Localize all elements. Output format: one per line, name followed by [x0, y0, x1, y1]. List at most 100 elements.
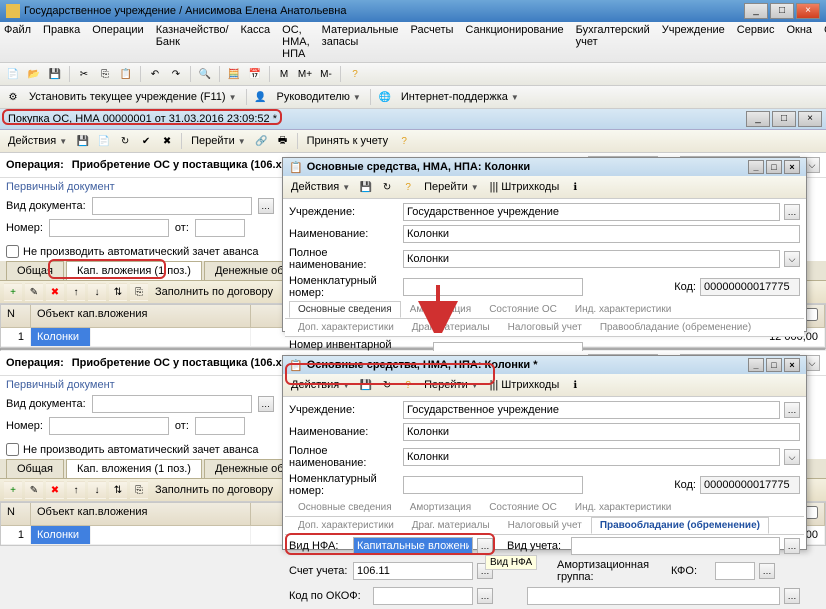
tab-kap-2[interactable]: Кап. вложения (1 поз.) — [66, 459, 202, 478]
help-icon[interactable]: ? — [346, 65, 364, 83]
subtab-rights[interactable]: Правообладание (обременение) — [591, 319, 760, 336]
menu-calc[interactable]: Расчеты — [411, 24, 454, 60]
doc-reject-icon[interactable]: ✖ — [158, 132, 176, 150]
menu-windows[interactable]: Окна — [786, 24, 812, 60]
minimize-button[interactable]: _ — [744, 3, 768, 19]
menu-service[interactable]: Сервис — [737, 24, 775, 60]
subtab-main[interactable]: Основные сведения — [289, 301, 401, 318]
panel1-barcodes[interactable]: ||| Штрихкоды — [486, 181, 564, 193]
inst-select-icon[interactable]: … — [784, 204, 800, 220]
panel2-min[interactable]: _ — [748, 358, 764, 372]
paste-icon[interactable]: 📋 — [117, 65, 135, 83]
menu-materials[interactable]: Материальные запасы — [322, 24, 399, 60]
fullname-input[interactable] — [403, 250, 780, 268]
leader-button[interactable]: Руководителю▼ — [273, 91, 365, 103]
panel1-close[interactable]: × — [784, 160, 800, 174]
panel1-help-icon[interactable]: ? — [399, 178, 417, 196]
tool-mminus-icon[interactable]: M- — [317, 65, 335, 83]
cut-icon[interactable]: ✂ — [75, 65, 93, 83]
panel1-actions[interactable]: Действия▼ — [287, 181, 354, 193]
panel1-info-icon[interactable]: ℹ — [566, 178, 584, 196]
new-icon[interactable]: 📄 — [4, 65, 22, 83]
undo-icon[interactable]: ↶ — [146, 65, 164, 83]
doc-type-select-icon[interactable]: … — [258, 198, 274, 214]
user-icon[interactable]: 👤 — [252, 88, 270, 106]
okof-input[interactable] — [373, 587, 473, 605]
internet-support-button[interactable]: Интернет-поддержка▼ — [397, 91, 523, 103]
num2-input-2[interactable] — [49, 417, 169, 435]
doc-close-button[interactable]: × — [798, 111, 822, 127]
num2-input[interactable] — [49, 219, 169, 237]
doc-maximize-button[interactable]: □ — [772, 111, 796, 127]
menu-file[interactable]: Файл — [4, 24, 31, 60]
doc-help-icon[interactable]: ? — [395, 132, 413, 150]
subtab-extra[interactable]: Доп. характеристики — [289, 319, 403, 336]
menu-edit[interactable]: Правка — [43, 24, 80, 60]
fill-contract-button[interactable]: Заполнить по договору — [151, 286, 277, 298]
doc-type-input[interactable] — [92, 197, 252, 215]
subtab-ind[interactable]: Инд. характеристики — [566, 301, 680, 318]
maximize-button[interactable]: □ — [770, 3, 794, 19]
grid-copy-icon[interactable]: ⎘ — [130, 283, 148, 301]
fullname-expand-icon[interactable]: ⌵ — [784, 251, 800, 267]
auto-advance-checkbox-2[interactable] — [6, 443, 19, 456]
grid-add-icon[interactable]: + — [4, 283, 22, 301]
globe-icon[interactable]: 🌐 — [376, 88, 394, 106]
subtab-tax[interactable]: Налоговый учет — [499, 319, 591, 336]
tab-general-2[interactable]: Общая — [6, 459, 64, 478]
doc-approve-icon[interactable]: ✔ — [137, 132, 155, 150]
from-input[interactable] — [195, 219, 245, 237]
menu-accounting[interactable]: Бухгалтерский учет — [576, 24, 650, 60]
calendar-icon[interactable]: 📅 — [246, 65, 264, 83]
panel2-max[interactable]: □ — [766, 358, 782, 372]
doc-save-icon[interactable]: 💾 — [74, 132, 92, 150]
set-institution-button[interactable]: Установить текущее учреждение (F11)▼ — [25, 91, 241, 103]
doc-type-input-2[interactable] — [92, 395, 252, 413]
doc-link-icon[interactable]: 🔗 — [253, 132, 271, 150]
menu-operations[interactable]: Операции — [92, 24, 143, 60]
grid-up-icon[interactable]: ↑ — [67, 283, 85, 301]
tab-general[interactable]: Общая — [6, 261, 64, 280]
grid-delete-icon[interactable]: ✖ — [46, 283, 64, 301]
grid-edit-icon[interactable]: ✎ — [25, 283, 43, 301]
menu-institution[interactable]: Учреждение — [662, 24, 725, 60]
panel1-max[interactable]: □ — [766, 160, 782, 174]
accept-button[interactable]: Принять к учету — [303, 135, 393, 147]
tool-mplus-icon[interactable]: M+ — [296, 65, 314, 83]
tool-m-icon[interactable]: M — [275, 65, 293, 83]
copy-icon[interactable]: ⎘ — [96, 65, 114, 83]
menu-treasury[interactable]: Казначейство/Банк — [156, 24, 229, 60]
panel1-refresh-icon[interactable]: ↻ — [378, 178, 396, 196]
doc-print-icon[interactable]: 🖶 — [274, 132, 292, 150]
panel1-save-icon[interactable]: 💾 — [357, 178, 375, 196]
tab-kap[interactable]: Кап. вложения (1 поз.) — [66, 261, 202, 280]
panel1-min[interactable]: _ — [748, 160, 764, 174]
calc-icon[interactable]: 🧮 — [225, 65, 243, 83]
redo-icon[interactable]: ↷ — [167, 65, 185, 83]
close-button[interactable]: × — [796, 3, 820, 19]
inst-input[interactable] — [403, 203, 780, 221]
find-icon[interactable]: 🔍 — [196, 65, 214, 83]
subtab-state[interactable]: Состояние ОС — [480, 301, 566, 318]
doc-refresh-icon[interactable]: ↻ — [116, 132, 134, 150]
actions-button[interactable]: Действия▼ — [4, 135, 71, 147]
auto-advance-checkbox[interactable] — [6, 245, 19, 258]
nomen-input[interactable] — [403, 278, 583, 296]
inst-icon[interactable]: ⚙ — [4, 88, 22, 106]
panel2-close[interactable]: × — [784, 358, 800, 372]
go-button[interactable]: Перейти▼ — [187, 135, 250, 147]
nfa-input-2[interactable] — [353, 537, 473, 555]
grid-down-icon[interactable]: ↓ — [88, 283, 106, 301]
name-input[interactable] — [403, 225, 800, 243]
save-icon[interactable]: 💾 — [46, 65, 64, 83]
grid-sort-icon[interactable]: ⇅ — [109, 283, 127, 301]
doc-minimize-button[interactable]: _ — [746, 111, 770, 127]
subtab-amort[interactable]: Амортизация — [401, 301, 481, 318]
menu-cash[interactable]: Касса — [241, 24, 271, 60]
subtab-precious[interactable]: Драг. материалы — [403, 319, 499, 336]
doc-new-icon[interactable]: 📄 — [95, 132, 113, 150]
menu-os-nma[interactable]: ОС, НМА, НПА — [282, 24, 310, 60]
panel1-go[interactable]: Перейти▼ — [420, 181, 483, 193]
open-icon[interactable]: 📂 — [25, 65, 43, 83]
acct-input-2[interactable] — [353, 562, 473, 580]
